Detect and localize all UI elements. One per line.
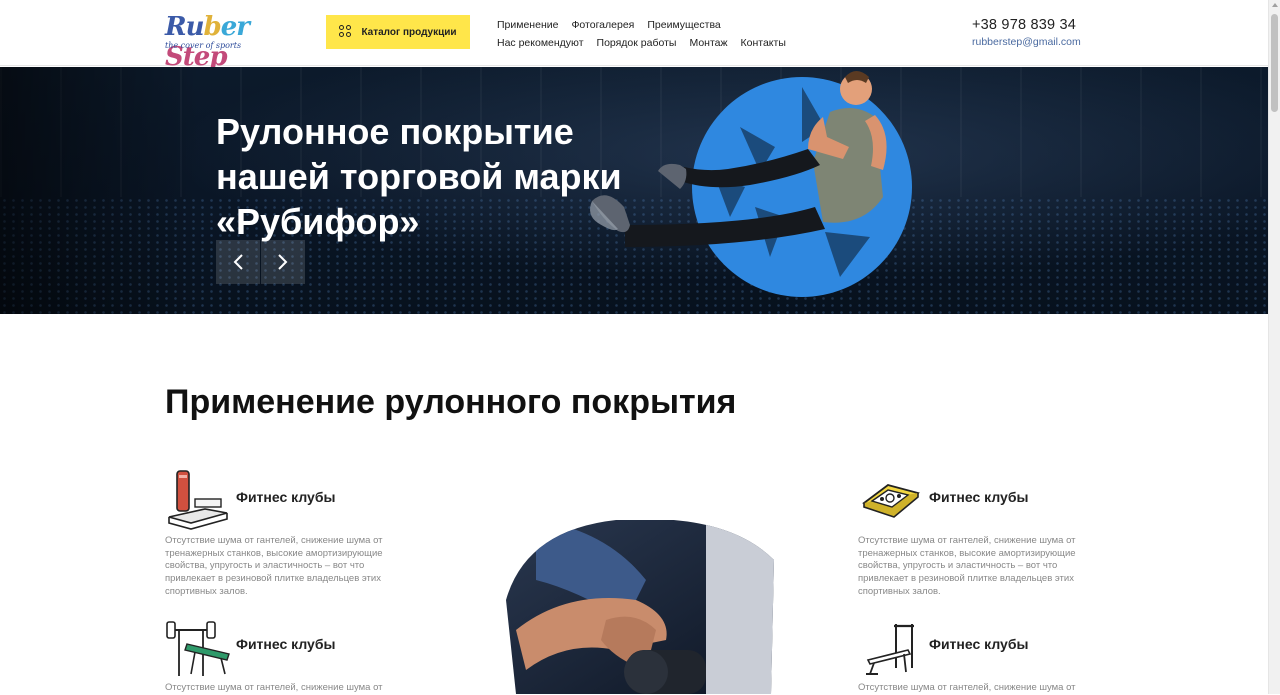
nav-link-advantages[interactable]: Преимущества: [647, 19, 720, 31]
feature-description: Отсутствие шума от гантелей, снижение шу…: [165, 535, 383, 597]
phone-number[interactable]: +38 978 839 34: [972, 17, 1092, 33]
hero-slider: Рулонное покрытие нашей торговой марки «…: [0, 67, 1268, 314]
nav-link-gallery[interactable]: Фотогалерея: [571, 19, 634, 31]
weight-bench-icon: [866, 624, 914, 675]
logo[interactable]: Ruber Step the cover of sports: [165, 12, 295, 72]
bench-press-icon: [166, 621, 230, 676]
weight-plate-tile-icon: [862, 484, 920, 518]
nav-link-application[interactable]: Применение: [497, 19, 558, 31]
catalog-button-label: Каталог продукции: [361, 26, 457, 38]
feature-title: Фитнес клубы: [236, 636, 336, 652]
feature-title: Фитнес клубы: [929, 636, 1029, 652]
dumbbell-photo: [506, 520, 774, 694]
hero-title-line: нашей торговой марки: [216, 156, 622, 197]
logo-tagline: the cover of sports: [165, 41, 242, 50]
page-scrollbar[interactable]: [1268, 0, 1280, 694]
chevron-left-icon: [233, 254, 243, 270]
main-nav: Применение Фотогалерея Преимущества Нас …: [497, 16, 797, 52]
slider-prev-button[interactable]: [216, 240, 260, 284]
nav-link-contacts[interactable]: Контакты: [741, 37, 786, 49]
feature-title: Фитнес клубы: [236, 489, 336, 505]
scrollbar-thumb[interactable]: [1271, 14, 1278, 112]
chevron-right-icon: [278, 254, 288, 270]
scroll-up-arrow-icon[interactable]: [1272, 3, 1278, 7]
hero-title: Рулонное покрытие нашей торговой марки «…: [216, 109, 736, 244]
feature-description: Отсутствие шума от гантелей, снижение шу…: [858, 682, 1076, 693]
contact-block: +38 978 839 34 rubberstep@gmail.com: [972, 17, 1092, 48]
feature-title: Фитнес клубы: [929, 489, 1029, 505]
feature-description: Отсутствие шума от гантелей, снижение шу…: [165, 682, 383, 693]
nav-link-workflow[interactable]: Порядок работы: [597, 37, 677, 49]
slider-next-button[interactable]: [261, 240, 305, 284]
email-link[interactable]: rubberstep@gmail.com: [972, 36, 1092, 48]
hero-title-line: Рулонное покрытие: [216, 111, 574, 152]
step-platform-icon: [168, 470, 228, 530]
nav-link-installation[interactable]: Монтаж: [689, 37, 727, 49]
section-title: Применение рулонного покрытия: [165, 383, 737, 421]
hero-title-line: «Рубифор»: [216, 201, 420, 242]
grid-circles-icon: [339, 25, 353, 39]
nav-link-recommend[interactable]: Нас рекомендуют: [497, 37, 584, 49]
catalog-button[interactable]: Каталог продукции: [326, 15, 470, 49]
feature-description: Отсутствие шума от гантелей, снижение шу…: [858, 535, 1076, 597]
site-header: Ruber Step the cover of sports Каталог п…: [0, 0, 1268, 72]
